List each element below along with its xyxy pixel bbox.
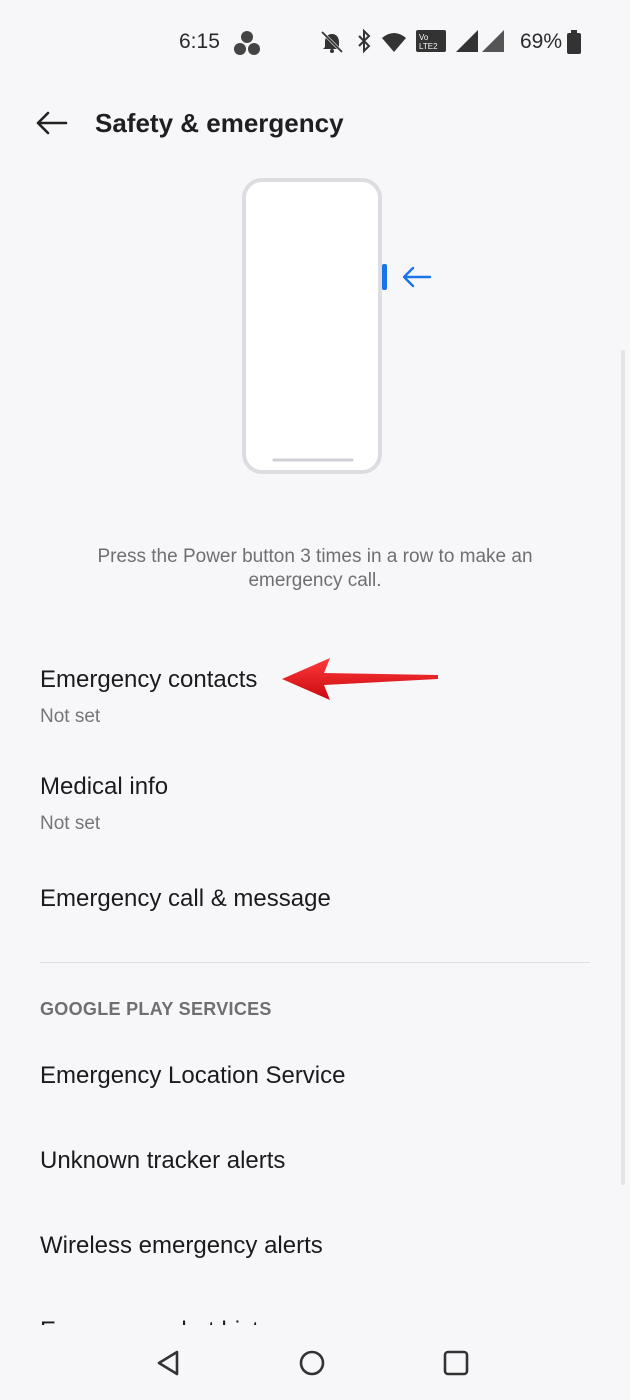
- nav-recents-button[interactable]: [436, 1345, 476, 1381]
- mute-bell-icon: [320, 30, 344, 54]
- wifi-icon: [382, 33, 406, 52]
- signal-icon: [456, 30, 478, 52]
- item-title: Medical info: [40, 773, 169, 800]
- item-title: Emergency contacts: [40, 666, 258, 693]
- item-title: Wireless emergency alerts: [40, 1232, 323, 1259]
- status-icons: Vo LTE2: [320, 28, 504, 54]
- emergency-location-service-item[interactable]: Emergency Location Service: [0, 1040, 630, 1120]
- emergency-alert-history-item[interactable]: Emergency alert history: [0, 1295, 630, 1325]
- signal-icon-2: [482, 30, 504, 52]
- item-title: Emergency alert history: [40, 1317, 292, 1325]
- back-arrow-icon: [36, 111, 68, 135]
- back-button[interactable]: [24, 98, 80, 148]
- navigation-bar: [0, 1325, 630, 1400]
- nav-back-button[interactable]: [148, 1345, 188, 1381]
- annotation-arrow-icon: [282, 658, 438, 700]
- emergency-call-message-item[interactable]: Emergency call & message: [0, 865, 630, 935]
- illustration-description: Press the Power button 3 times in a row …: [97, 546, 533, 591]
- section-header: GOOGLE PLAY SERVICES: [40, 999, 272, 1019]
- item-title: Emergency Location Service: [40, 1062, 346, 1089]
- svg-text:Vo: Vo: [419, 33, 429, 42]
- status-time: 6:15: [179, 30, 220, 53]
- volte-icon: Vo LTE2: [416, 30, 446, 52]
- app-bar: Safety & emergency: [0, 90, 630, 158]
- battery-icon: [567, 30, 581, 54]
- item-title: Emergency call & message: [40, 885, 331, 912]
- item-subtitle: Not set: [40, 706, 101, 727]
- power-button-illustration: [242, 178, 432, 474]
- section-divider: [40, 962, 590, 963]
- status-bar: 6:15 Vo LTE2 69%: [0, 0, 630, 86]
- app-notification-icon: [234, 31, 260, 55]
- nav-back-icon: [157, 1350, 179, 1376]
- item-subtitle: Not set: [40, 813, 101, 834]
- scrollbar[interactable]: [621, 350, 625, 1185]
- item-title: Unknown tracker alerts: [40, 1147, 286, 1174]
- page-title: Safety & emergency: [95, 108, 344, 138]
- bluetooth-icon: [358, 28, 371, 54]
- svg-text:LTE2: LTE2: [419, 42, 438, 51]
- wireless-emergency-alerts-item[interactable]: Wireless emergency alerts: [0, 1210, 630, 1290]
- arrow-left-icon: [402, 266, 432, 288]
- battery-percent: 69%: [520, 30, 563, 53]
- nav-recents-icon: [443, 1350, 469, 1376]
- power-button-highlight: [382, 264, 387, 290]
- unknown-tracker-alerts-item[interactable]: Unknown tracker alerts: [0, 1125, 630, 1205]
- nav-home-icon: [299, 1350, 325, 1376]
- medical-info-item[interactable]: Medical info Not set: [0, 757, 630, 847]
- nav-home-button[interactable]: [292, 1345, 332, 1381]
